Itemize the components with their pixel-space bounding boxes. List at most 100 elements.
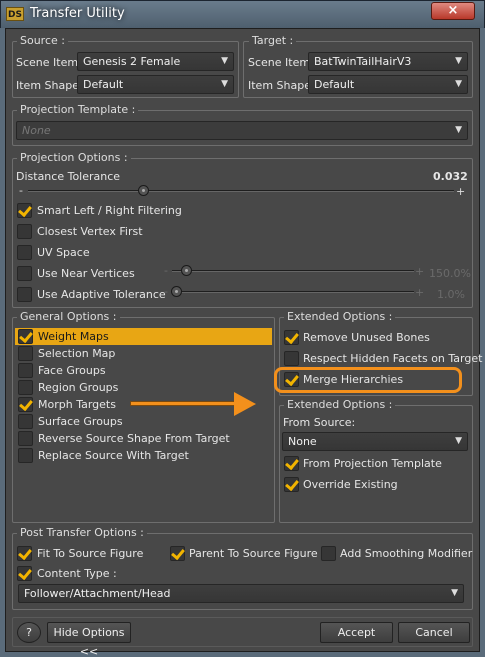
annotation-arrow-shaft [130, 401, 235, 406]
chevron-down-icon: ▼ [221, 79, 228, 89]
parent-to-source-label: Parent To Source Figure [189, 547, 318, 560]
uv-space-checkbox[interactable] [17, 245, 32, 260]
content-type-checkbox[interactable] [17, 566, 32, 581]
general-options-label: General Options : [17, 310, 120, 323]
near-vertices-label: Use Near Vertices [37, 267, 135, 280]
from-source-value: None [288, 435, 317, 448]
target-scene-item-select[interactable]: BatTwinTailHairV3 ▼ [308, 52, 468, 71]
window-frame-right [480, 28, 485, 657]
extended-options-label-2: Extended Options : [284, 398, 396, 411]
target-scene-item-label: Scene Item : [248, 56, 318, 69]
plus-icon: + [415, 286, 425, 299]
reverse-source-shape-from-target-checkbox[interactable] [18, 431, 33, 446]
near-vertices-checkbox[interactable] [17, 266, 32, 281]
target-scene-item-value: BatTwinTailHairV3 [314, 55, 412, 68]
source-item-shape-label: Item Shape : [16, 79, 87, 92]
from-projection-template-label: From Projection Template [303, 457, 442, 470]
target-item-shape-select[interactable]: Default ▼ [308, 75, 468, 94]
projection-template-select[interactable]: None ▼ [16, 121, 468, 140]
minus-icon: - [19, 184, 23, 197]
smart-filtering-label: Smart Left / Right Filtering [37, 204, 182, 217]
fit-to-source-checkbox[interactable] [17, 546, 32, 561]
projection-template-value: None [22, 124, 51, 137]
source-scene-item-select[interactable]: Genesis 2 Female ▼ [77, 52, 234, 71]
close-button[interactable]: × [431, 2, 475, 20]
help-icon: ? [26, 626, 32, 639]
parent-to-source-checkbox[interactable] [170, 546, 185, 561]
source-item-shape-select[interactable]: Default ▼ [77, 75, 234, 94]
from-source-select[interactable]: None ▼ [282, 432, 468, 451]
post-transfer-label: Post Transfer Options : [17, 526, 147, 539]
distance-tolerance-label: Distance Tolerance [16, 170, 121, 183]
minus-icon: - [164, 285, 168, 298]
closest-vertex-checkbox[interactable] [17, 224, 32, 239]
remove-unused-bones-label: Remove Unused Bones [303, 331, 430, 344]
content-type-label: Content Type : [37, 567, 117, 580]
closest-vertex-label: Closest Vertex First [37, 225, 143, 238]
minus-icon: - [164, 264, 168, 277]
morph-targets-label: Morph Targets [38, 398, 116, 411]
reverse-source-shape-from-target-label: Reverse Source Shape From Target [38, 432, 230, 445]
cancel-button[interactable]: Cancel [398, 622, 470, 643]
chevron-down-icon: ▼ [455, 125, 462, 135]
adaptive-tolerance-slider[interactable] [172, 291, 414, 293]
source-group-label: Source : [17, 34, 68, 47]
adaptive-tolerance-value: 1.0% [437, 288, 465, 301]
from-source-label: From Source: [283, 416, 356, 429]
annotation-arrow-icon [234, 392, 256, 416]
selection-map-label: Selection Map [38, 347, 116, 360]
content-type-select[interactable]: Follower/Attachment/Head ▼ [18, 584, 464, 603]
add-smoothing-label: Add Smoothing Modifier [340, 547, 473, 560]
extended-options-label-1: Extended Options : [284, 310, 396, 323]
morph-targets-checkbox[interactable] [18, 397, 33, 412]
source-scene-item-value: Genesis 2 Female [83, 55, 181, 68]
surface-groups-label: Surface Groups [38, 415, 123, 428]
chevron-down-icon: ▼ [455, 56, 462, 66]
window-frame-bottom [0, 652, 485, 657]
chevron-down-icon: ▼ [455, 79, 462, 89]
override-existing-label: Override Existing [303, 478, 398, 491]
adaptive-tolerance-label: Use Adaptive Tolerance [37, 288, 166, 301]
add-smoothing-checkbox[interactable] [321, 546, 336, 561]
adaptive-tolerance-slider-handle[interactable] [171, 286, 182, 297]
respect-hidden-facets-label: Respect Hidden Facets on Target [303, 352, 483, 365]
distance-tolerance-value[interactable]: 0.032 [433, 170, 468, 183]
hide-options-button[interactable]: Hide Options << [47, 622, 131, 657]
uv-space-label: UV Space [37, 246, 90, 259]
near-vertices-slider-handle[interactable] [181, 265, 192, 276]
accept-button[interactable]: Accept [320, 622, 393, 643]
content-type-value: Follower/Attachment/Head [24, 587, 171, 600]
daz-app-icon: DS [6, 7, 24, 21]
respect-hidden-facets-checkbox[interactable] [284, 351, 299, 366]
help-button[interactable]: ? [17, 622, 41, 643]
region-groups-checkbox[interactable] [18, 380, 33, 395]
weight-maps-label: Weight Maps [38, 330, 109, 343]
replace-source-with-target-checkbox[interactable] [18, 448, 33, 463]
surface-groups-checkbox[interactable] [18, 414, 33, 429]
plus-icon: + [415, 265, 425, 278]
source-item-shape-value: Default [83, 78, 124, 91]
face-groups-label: Face Groups [38, 364, 106, 377]
remove-unused-bones-checkbox[interactable] [284, 330, 299, 345]
selection-map-checkbox[interactable] [18, 346, 33, 361]
target-item-shape-value: Default [314, 78, 355, 91]
distance-tolerance-slider-handle[interactable] [137, 185, 149, 196]
projection-options-label: Projection Options : [17, 151, 131, 164]
adaptive-tolerance-checkbox[interactable] [17, 287, 32, 302]
fit-to-source-label: Fit To Source Figure [37, 547, 144, 560]
from-projection-template-checkbox[interactable] [284, 456, 299, 471]
region-groups-label: Region Groups [38, 381, 119, 394]
plus-icon: + [456, 185, 466, 198]
face-groups-checkbox[interactable] [18, 363, 33, 378]
weight-maps-checkbox[interactable] [18, 329, 33, 344]
near-vertices-value: 150.0% [429, 267, 471, 280]
smart-filtering-checkbox[interactable] [17, 203, 32, 218]
replace-source-with-target-label: Replace Source With Target [38, 449, 189, 462]
source-scene-item-label: Scene Item : [16, 56, 86, 69]
override-existing-checkbox[interactable] [284, 477, 299, 492]
chevron-down-icon: ▼ [451, 588, 458, 598]
distance-tolerance-slider[interactable] [28, 190, 454, 192]
near-vertices-slider[interactable] [172, 270, 414, 272]
merge-hierarchies-highlight [274, 367, 462, 393]
chevron-down-icon: ▼ [455, 436, 462, 446]
